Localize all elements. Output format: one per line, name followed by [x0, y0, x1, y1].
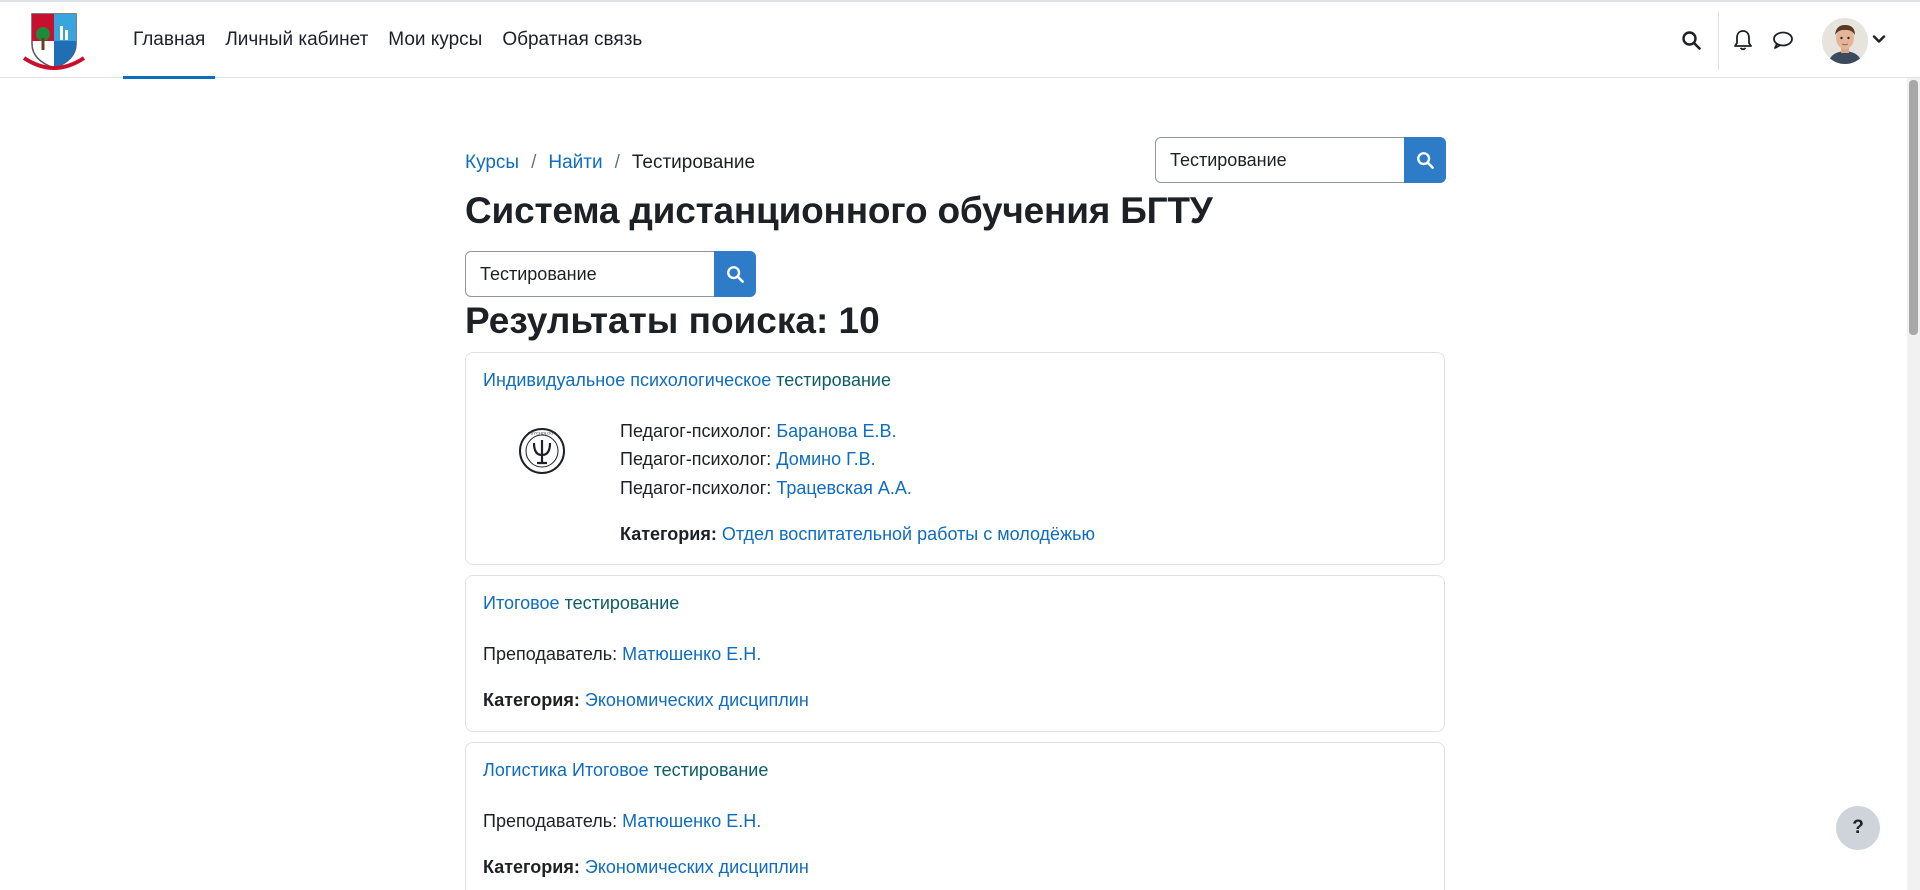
course-title-text: Индивидуальное психологическое	[483, 370, 777, 390]
top-navbar: Главная Личный кабинет Мои курсы Обратна…	[0, 0, 1920, 79]
category-link[interactable]: Экономических дисциплин	[585, 857, 809, 877]
notifications-bell-icon[interactable]	[1731, 28, 1755, 52]
header-search-button[interactable]	[1404, 137, 1446, 183]
course-title-link[interactable]: Индивидуальное психологическое тестирова…	[483, 370, 891, 391]
course-category: Категория: Экономических дисциплин	[483, 857, 809, 878]
search-term-highlight: тестирование	[776, 370, 891, 390]
search-icon[interactable]	[1679, 28, 1703, 52]
search-icon	[727, 266, 744, 283]
search-term-highlight: тестирование	[653, 760, 769, 780]
contact-name-link[interactable]: Матюшенко Е.Н.	[622, 644, 761, 664]
course-result-card: Итоговое тестирование Преподаватель: Мат…	[465, 575, 1445, 732]
breadcrumb-separator: /	[531, 152, 537, 173]
course-result-card: Индивидуальное психологическое тестирова…	[465, 352, 1445, 565]
course-contact: Преподаватель: Матюшенко Е.Н.	[483, 811, 761, 832]
breadcrumb-link-search[interactable]: Найти	[548, 152, 602, 174]
contact-role: Педагог-психолог:	[620, 478, 772, 498]
course-contact: Преподаватель: Матюшенко Е.Н.	[483, 644, 761, 665]
contact-role: Педагог-психолог:	[620, 421, 772, 441]
course-category: Категория: Экономических дисциплин	[483, 690, 809, 711]
primary-nav: Главная Личный кабинет Мои курсы Обратна…	[123, 2, 652, 79]
psi-seal-icon[interactable]: PSYCHOLOGY	[518, 427, 566, 475]
course-contact: Педагог-психолог: Трацевская А.А.	[620, 478, 912, 499]
nav-item-dashboard[interactable]: Личный кабинет	[215, 2, 378, 78]
course-result-card: Логистика Итоговое тестирование Преподав…	[465, 742, 1445, 890]
category-link[interactable]: Экономических дисциплин	[585, 690, 809, 710]
course-contact: Педагог-психолог: Баранова Е.В.	[620, 421, 897, 442]
breadcrumb: Курсы / Найти / Тестирование	[465, 152, 755, 174]
page-title: Система дистанционного обучения БГТУ	[465, 190, 1213, 231]
course-category: Категория: Отдел воспитательной работы с…	[620, 524, 1095, 545]
contact-role: Педагог-психолог:	[620, 449, 772, 469]
main-content: Курсы / Найти / Тестирование Система дис…	[465, 78, 1446, 890]
search-results-heading: Результаты поиска: 10	[465, 300, 880, 341]
category-link[interactable]: Отдел воспитательной работы с молодёжью	[722, 524, 1095, 544]
messages-chat-icon[interactable]	[1771, 28, 1795, 52]
header-search-input[interactable]	[1155, 137, 1404, 183]
page-scrollbar-thumb[interactable]	[1909, 80, 1918, 335]
course-title-text: Итоговое	[483, 593, 565, 613]
course-search-form	[465, 251, 756, 297]
course-title-link[interactable]: Логистика Итоговое тестирование	[483, 760, 768, 781]
category-label: Категория:	[483, 690, 580, 710]
search-icon	[1417, 152, 1434, 169]
breadcrumb-separator: /	[614, 152, 620, 173]
search-term-highlight: тестирование	[564, 593, 680, 613]
breadcrumb-link-courses[interactable]: Курсы	[465, 152, 519, 174]
navbar-divider	[1718, 12, 1719, 70]
help-button[interactable]: ?	[1836, 806, 1880, 850]
contact-role: Преподаватель:	[483, 811, 618, 831]
contact-name-link[interactable]: Баранова Е.В.	[776, 421, 896, 441]
course-title-text: Логистика Итоговое	[483, 760, 654, 780]
category-label: Категория:	[483, 857, 580, 877]
course-contact: Педагог-психолог: Домино Г.В.	[620, 449, 876, 470]
nav-item-home[interactable]: Главная	[123, 2, 216, 79]
course-title-link[interactable]: Итоговое тестирование	[483, 593, 679, 614]
header-search-form	[1155, 137, 1446, 183]
svg-text:PSYCHOLOGY: PSYCHOLOGY	[528, 431, 556, 436]
site-logo[interactable]	[18, 8, 90, 76]
user-avatar[interactable]	[1822, 18, 1868, 64]
nav-item-my-courses[interactable]: Мои курсы	[378, 2, 492, 78]
course-search-button[interactable]	[714, 251, 756, 297]
category-label: Категория:	[620, 524, 717, 544]
contact-name-link[interactable]: Матюшенко Е.Н.	[622, 811, 761, 831]
course-search-input[interactable]	[465, 251, 714, 297]
user-menu-chevron-down-icon[interactable]	[1872, 32, 1886, 46]
breadcrumb-current: Тестирование	[631, 152, 756, 173]
nav-item-feedback[interactable]: Обратная связь	[492, 2, 652, 78]
contact-name-link[interactable]: Домино Г.В.	[776, 449, 875, 469]
contact-name-link[interactable]: Трацевская А.А.	[776, 478, 912, 498]
contact-role: Преподаватель:	[483, 644, 618, 664]
